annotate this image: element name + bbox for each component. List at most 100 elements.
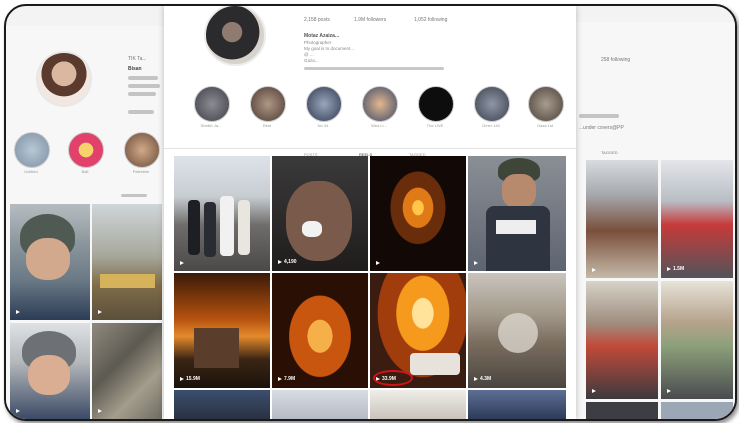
center-highlight-label: No 04	[317, 123, 329, 128]
center-reels-grid: 4,190 15.9M 7.9M 33.9M 4.3M	[174, 156, 566, 419]
reel-tile[interactable]: 4,190	[272, 156, 368, 271]
play-icon	[667, 389, 671, 393]
vest-shape	[486, 206, 550, 271]
face-shape	[26, 238, 70, 280]
right-bio-line	[579, 114, 619, 118]
center-highlight-6[interactable]	[474, 86, 510, 122]
person-shape	[238, 200, 250, 255]
right-grid-tile[interactable]	[586, 402, 658, 419]
center-posts-count: 2,158 posts	[304, 17, 330, 23]
reel-tile[interactable]: 7.9M	[272, 273, 368, 388]
center-highlight-5[interactable]	[418, 86, 454, 122]
center-highlight-label: Rest	[262, 123, 272, 128]
left-highlight-3[interactable]	[124, 132, 160, 168]
center-followers-count[interactable]: 1.9M followers	[354, 17, 386, 23]
reel-tile[interactable]	[468, 156, 566, 271]
smoke-shape	[498, 313, 538, 353]
reel-tile[interactable]: 33.9M	[370, 273, 466, 388]
left-bio-line	[128, 84, 160, 88]
tile-views	[16, 310, 20, 314]
tile-views	[474, 261, 480, 265]
right-tab-fragment: TAGGED	[601, 150, 618, 155]
right-grid-tile[interactable]	[586, 160, 658, 278]
left-tab-bar	[121, 194, 147, 197]
tile-view-count: 1.5M	[673, 266, 685, 272]
tile-views	[16, 409, 20, 413]
left-profile-avatar[interactable]	[36, 51, 92, 107]
play-icon	[278, 260, 282, 264]
vehicle-shape	[410, 353, 460, 375]
reel-tile[interactable]	[272, 390, 368, 419]
play-icon	[376, 261, 380, 265]
right-grid-tile[interactable]: 1.5M	[661, 160, 733, 278]
center-highlight-4[interactable]	[362, 86, 398, 122]
center-following-count[interactable]: 1,052 following	[414, 17, 447, 23]
reel-tile[interactable]	[174, 156, 270, 271]
tile-view-count: 4.3M	[480, 376, 492, 382]
play-icon	[180, 377, 184, 381]
center-highlight-2[interactable]	[250, 86, 286, 122]
tile-views: 15.9M	[180, 376, 200, 382]
play-icon	[16, 409, 20, 413]
play-icon	[98, 409, 102, 413]
left-highlight-2[interactable]	[68, 132, 104, 168]
play-icon	[16, 310, 20, 314]
tile-views	[98, 310, 102, 314]
left-profile-panel: TIK Ta... Bisan Untitled Ball Palestine	[6, 26, 166, 419]
building-shape	[194, 328, 239, 368]
reel-tile[interactable]	[468, 390, 566, 419]
center-profile-avatar[interactable]	[204, 6, 266, 66]
play-icon	[98, 310, 102, 314]
center-profile-name: Motaz Azaiza...	[304, 33, 340, 39]
left-highlight-label: Untitled	[24, 169, 38, 174]
right-bio-fragment: ...under covers@PP	[579, 125, 624, 131]
tile-views	[98, 409, 102, 413]
tile-view-count: 15.9M	[186, 376, 200, 382]
left-grid-tile[interactable]	[10, 323, 90, 419]
reel-tile[interactable]: 4.3M	[468, 273, 566, 388]
play-icon	[278, 377, 282, 381]
reel-tile[interactable]	[370, 156, 466, 271]
play-icon	[667, 267, 671, 271]
left-display-name: Bisan	[128, 66, 142, 72]
left-grid-tile[interactable]	[92, 204, 162, 320]
left-highlight-1[interactable]	[14, 132, 50, 168]
tile-views	[592, 389, 596, 393]
center-highlight-1[interactable]	[194, 86, 230, 122]
left-username: TIK Ta...	[128, 56, 147, 62]
person-shape	[188, 200, 200, 255]
center-profile-panel: 2,158 posts 1.9M followers 1,052 followi…	[164, 6, 576, 419]
left-grid-tile[interactable]	[92, 323, 162, 419]
play-icon	[474, 377, 478, 381]
tile-views	[592, 268, 596, 272]
tile-views: 4.3M	[474, 376, 491, 382]
tile-view-count: 7.9M	[284, 376, 296, 382]
highlight-circle	[373, 370, 413, 386]
tissue-shape	[302, 221, 322, 237]
center-bio-line: Gaza...	[304, 58, 319, 63]
right-grid-tile[interactable]	[661, 402, 733, 419]
left-bio-line	[128, 110, 154, 114]
reel-tile[interactable]: 15.9M	[174, 273, 270, 388]
tile-views: 7.9M	[278, 376, 295, 382]
person-shape	[204, 202, 216, 257]
center-highlight-label: The LIVE	[426, 123, 444, 128]
face-shape	[502, 174, 536, 208]
center-highlight-3[interactable]	[306, 86, 342, 122]
right-grid-tile[interactable]	[586, 281, 658, 399]
tile-views: 4,190	[278, 259, 297, 265]
reel-tile[interactable]	[174, 390, 270, 419]
center-highlight-label: Gaza 1st	[536, 123, 553, 128]
tile-views	[376, 261, 382, 265]
reel-tile[interactable]	[370, 390, 466, 419]
right-grid-tile[interactable]	[661, 281, 733, 399]
center-bio-link[interactable]	[304, 67, 444, 70]
vehicle-shape	[100, 274, 155, 288]
play-icon	[592, 389, 596, 393]
press-patch	[496, 220, 536, 234]
left-grid-tile[interactable]	[10, 204, 90, 320]
center-highlight-7[interactable]	[528, 86, 564, 122]
tile-view-count: 4,190	[284, 259, 297, 265]
play-icon	[592, 268, 596, 272]
tile-views	[180, 261, 186, 265]
